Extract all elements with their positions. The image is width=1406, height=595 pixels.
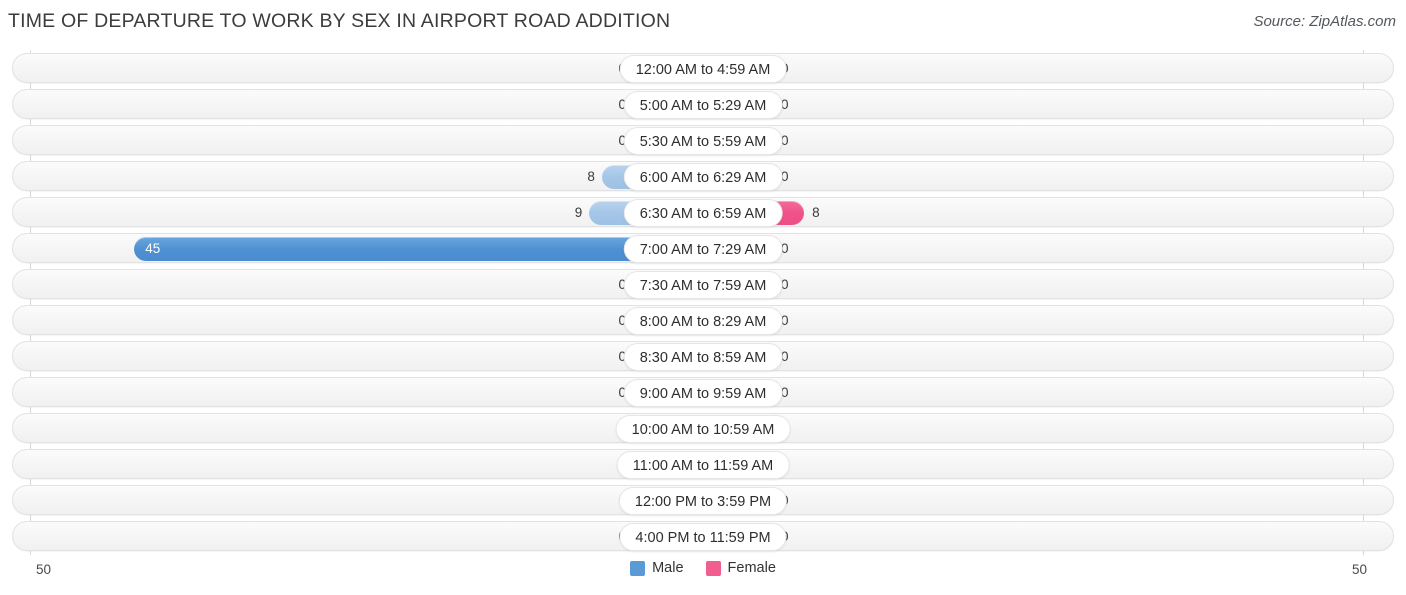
category-label: 7:00 AM to 7:29 AM — [623, 235, 783, 263]
source-attribution: Source: ZipAtlas.com — [1253, 13, 1396, 30]
table-row[interactable]: 004:00 PM to 11:59 PM — [12, 521, 1394, 551]
table-row[interactable]: 8 0 6:00 AM to 6:29 AM — [12, 161, 1394, 191]
row-content: 0010:00 AM to 10:59 AM — [0, 414, 1406, 443]
category-label: 12:00 AM to 4:59 AM — [619, 55, 787, 83]
row-content: 0012:00 AM to 4:59 AM — [0, 54, 1406, 83]
table-row[interactable]: 0 0 7:30 AM to 7:59 AM — [12, 269, 1394, 299]
bar-value-male: 9 — [574, 205, 583, 220]
chart-header: TIME OF DEPARTURE TO WORK BY SEX IN AIRP… — [0, 0, 1406, 46]
table-row[interactable]: 0 0 5:00 AM to 5:29 AM — [12, 89, 1394, 119]
chart-page: TIME OF DEPARTURE TO WORK BY SEX IN AIRP… — [0, 0, 1406, 595]
category-label: 7:30 AM to 7:59 AM — [623, 271, 783, 299]
legend-item-female[interactable]: Female — [705, 560, 776, 576]
bar-value-female: 8 — [812, 205, 820, 220]
category-label: 5:30 AM to 5:59 AM — [623, 127, 783, 155]
table-row[interactable]: 0 0 8:00 AM to 8:29 AM — [12, 305, 1394, 335]
category-label: 11:00 AM to 11:59 AM — [616, 451, 790, 479]
row-content: 0012:00 PM to 3:59 PM — [0, 486, 1406, 515]
bar-value-male: 45 — [145, 241, 161, 256]
category-label: 6:00 AM to 6:29 AM — [623, 163, 783, 191]
row-content: 0 0 8:00 AM to 8:29 AM — [0, 306, 1406, 335]
category-label: 6:30 AM to 6:59 AM — [623, 199, 783, 227]
row-content: 0 0 5:30 AM to 5:59 AM — [0, 126, 1406, 155]
row-content: 0 0 8:30 AM to 8:59 AM — [0, 342, 1406, 371]
category-label: 8:00 AM to 8:29 AM — [623, 307, 783, 335]
legend-label: Female — [727, 560, 776, 576]
row-content: 0 0 5:00 AM to 5:29 AM — [0, 90, 1406, 119]
chart-plot-area: 0012:00 AM to 4:59 AM 005:00 AM to 5:29 A… — [0, 50, 1406, 555]
square-swatch-icon — [705, 560, 721, 576]
legend-item-male[interactable]: Male — [630, 560, 684, 576]
category-label: 9:00 AM to 9:59 AM — [623, 379, 783, 407]
legend-label: Male — [652, 560, 684, 576]
category-label: 12:00 PM to 3:59 PM — [618, 487, 788, 515]
row-content: 0 0 9:00 AM to 9:59 AM — [0, 378, 1406, 407]
table-row[interactable]: 9 8 6:30 AM to 6:59 AM — [12, 197, 1394, 227]
row-content: 0 0 7:30 AM to 7:59 AM — [0, 270, 1406, 299]
row-content: 0411:00 AM to 11:59 AM — [0, 450, 1406, 479]
category-label: 5:00 AM to 5:29 AM — [623, 91, 783, 119]
table-row[interactable]: 0411:00 AM to 11:59 AM — [12, 449, 1394, 479]
square-swatch-icon — [630, 560, 646, 576]
chart-legend: Male Female — [0, 560, 1406, 576]
table-row[interactable]: 0012:00 PM to 3:59 PM — [12, 485, 1394, 515]
row-content: 9 8 6:30 AM to 6:59 AM — [0, 198, 1406, 227]
category-label: 4:00 PM to 11:59 PM — [619, 523, 787, 551]
page-title: TIME OF DEPARTURE TO WORK BY SEX IN AIRP… — [8, 10, 671, 32]
table-row[interactable]: 0 0 9:00 AM to 9:59 AM — [12, 377, 1394, 407]
table-row[interactable]: 45 0 7:00 AM to 7:29 AM — [12, 233, 1394, 263]
row-content: 8 0 6:00 AM to 6:29 AM — [0, 162, 1406, 191]
row-content: 004:00 PM to 11:59 PM — [0, 522, 1406, 551]
bar-value-male: 8 — [587, 169, 595, 184]
bar-male[interactable] — [134, 237, 703, 261]
category-label: 8:30 AM to 8:59 AM — [623, 343, 783, 371]
table-row[interactable]: 0 0 8:30 AM to 8:59 AM — [12, 341, 1394, 371]
table-row[interactable]: 0010:00 AM to 10:59 AM — [12, 413, 1394, 443]
category-label: 10:00 AM to 10:59 AM — [615, 415, 791, 443]
table-row[interactable]: 0 0 5:30 AM to 5:59 AM — [12, 125, 1394, 155]
table-row[interactable]: 0012:00 AM to 4:59 AM — [12, 53, 1394, 83]
row-content: 45 0 7:00 AM to 7:29 AM — [0, 234, 1406, 263]
